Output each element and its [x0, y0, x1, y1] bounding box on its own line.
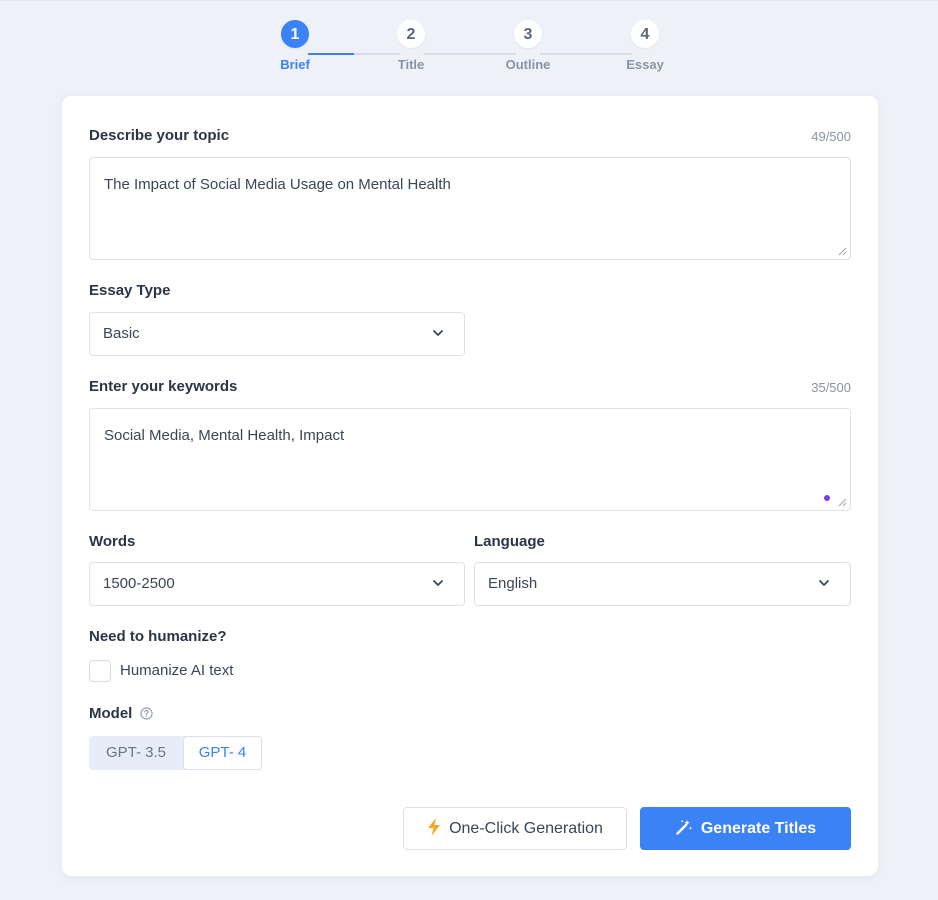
model-option-gpt35[interactable]: GPT- 3.5: [89, 736, 183, 770]
topic-char-counter: 49/500: [811, 129, 851, 144]
chevron-down-icon: [819, 580, 829, 586]
topic-textarea[interactable]: The Impact of Social Media Usage on Ment…: [89, 157, 851, 260]
step-label: Title: [397, 57, 425, 72]
words-label: Words: [89, 533, 136, 550]
step-label: Essay: [626, 57, 664, 72]
language-select[interactable]: English: [474, 562, 851, 606]
generate-titles-label: Generate Titles: [700, 820, 817, 837]
model-option-gpt4[interactable]: GPT- 4: [183, 736, 262, 770]
step-title[interactable]: 2 Title: [371, 20, 451, 72]
step-number: 2: [397, 20, 425, 48]
step-number: 3: [514, 20, 542, 48]
step-brief[interactable]: 1 Brief: [255, 20, 335, 72]
essay-type-select[interactable]: Basic: [89, 312, 465, 356]
step-label: Brief: [280, 57, 310, 72]
magic-wand-icon: [676, 819, 692, 835]
step-label: Outline: [505, 57, 551, 72]
model-toggle: GPT- 3.5 GPT- 4: [89, 736, 262, 770]
top-divider: [0, 0, 938, 1]
help-circle-icon[interactable]: [140, 707, 153, 720]
lightning-icon: [428, 817, 441, 836]
model-label: Model: [89, 705, 133, 722]
one-click-label: One-Click Generation: [449, 820, 603, 837]
chevron-down-icon: [433, 330, 443, 336]
generate-titles-button[interactable]: Generate Titles: [640, 807, 851, 850]
step-number: 4: [631, 20, 659, 48]
humanize-checkbox-label[interactable]: Humanize AI text: [120, 662, 233, 679]
resize-handle-icon[interactable]: [837, 246, 847, 256]
essay-brief-form: Describe your topic 49/500 The Impact of…: [62, 96, 878, 876]
topic-value: The Impact of Social Media Usage on Ment…: [104, 176, 451, 193]
chevron-down-icon: [433, 580, 443, 586]
language-label: Language: [474, 533, 545, 550]
step-number: 1: [281, 20, 309, 48]
progress-stepper: 1 Brief 2 Title 3 Outline 4 Essay: [0, 20, 938, 80]
keywords-textarea[interactable]: Social Media, Mental Health, Impact: [89, 408, 851, 511]
topic-label: Describe your topic: [89, 127, 230, 144]
essay-type-value: Basic: [103, 325, 140, 342]
essay-type-label: Essay Type: [89, 282, 171, 299]
humanize-checkbox[interactable]: [89, 660, 111, 682]
keywords-value: Social Media, Mental Health, Impact: [104, 427, 345, 444]
keywords-label: Enter your keywords: [89, 378, 238, 395]
keywords-char-counter: 35/500: [811, 380, 851, 395]
humanize-label: Need to humanize?: [89, 628, 227, 645]
status-dot: [824, 495, 830, 501]
language-value: English: [488, 575, 538, 592]
words-select[interactable]: 1500-2500: [89, 562, 465, 606]
resize-handle-icon[interactable]: [837, 497, 847, 507]
step-outline[interactable]: 3 Outline: [488, 20, 568, 72]
one-click-generation-button[interactable]: One-Click Generation: [403, 807, 627, 850]
step-essay[interactable]: 4 Essay: [605, 20, 685, 72]
words-value: 1500-2500: [103, 575, 175, 592]
